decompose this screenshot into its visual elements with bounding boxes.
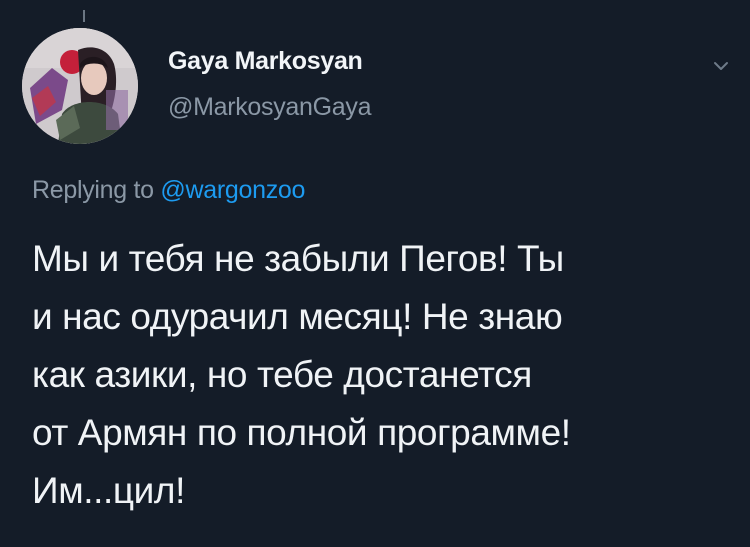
- tweet-card: Gaya Markosyan @MarkosyanGaya Replying t…: [0, 0, 750, 547]
- replying-to-line: Replying to @wargonzoo: [32, 175, 305, 205]
- author-block: Gaya Markosyan @MarkosyanGaya: [168, 47, 372, 121]
- avatar[interactable]: [22, 28, 138, 144]
- replying-to-label: Replying to: [32, 176, 161, 204]
- tweet-text: Мы и тебя не забыли Пегов! Ты и нас одур…: [32, 238, 571, 511]
- author-handle[interactable]: @MarkosyanGaya: [168, 93, 372, 121]
- thread-line: [83, 10, 85, 22]
- avatar-image: [22, 28, 138, 144]
- reply-mention-link[interactable]: @wargonzoo: [160, 176, 305, 204]
- author-display-name[interactable]: Gaya Markosyan: [168, 47, 371, 75]
- chevron-down-icon[interactable]: [710, 55, 732, 77]
